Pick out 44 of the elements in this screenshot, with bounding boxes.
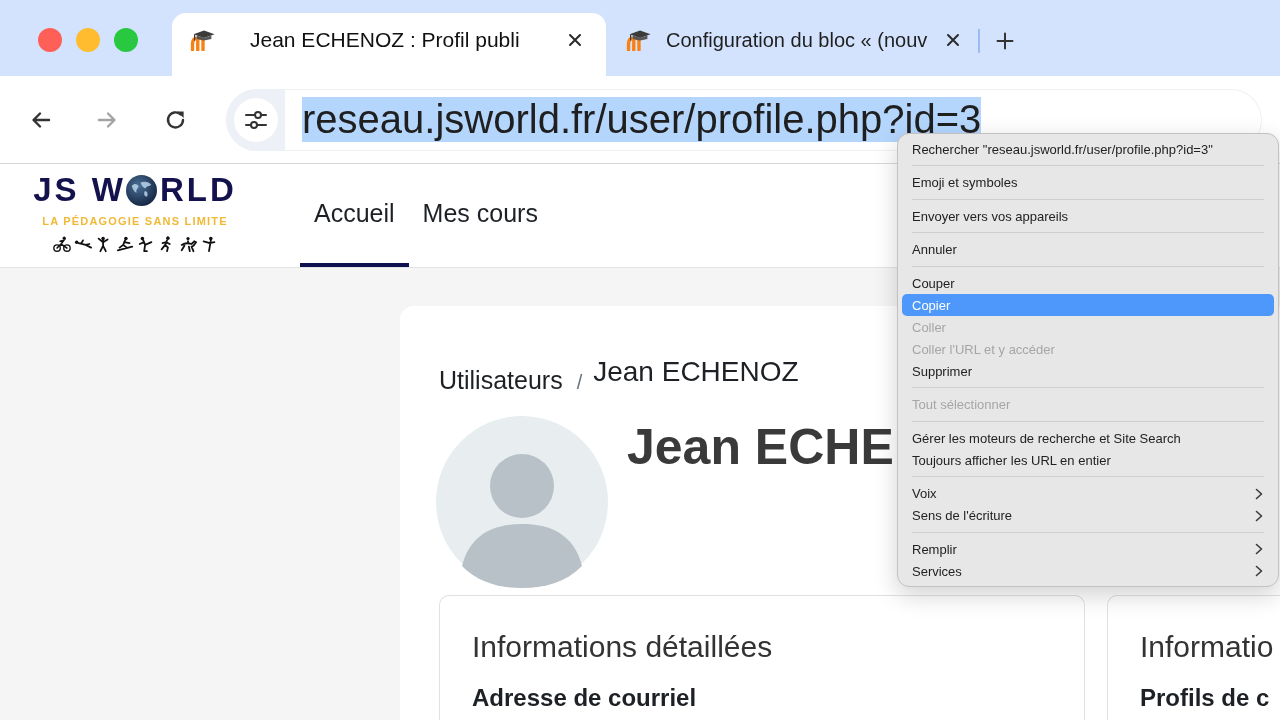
card-title: Informatio bbox=[1140, 629, 1275, 665]
nav-link[interactable]: Mes cours bbox=[408, 164, 552, 267]
profile-name-heading: Jean ECHE bbox=[627, 418, 894, 477]
menu-item[interactable]: Toujours afficher les URL en entier bbox=[902, 449, 1274, 471]
menu-item[interactable]: Remplir bbox=[902, 538, 1274, 560]
menu-item[interactable]: Supprimer bbox=[902, 360, 1274, 382]
browser-tab[interactable]: Jean ECHENOZ : Profil publi bbox=[172, 13, 606, 76]
menu-item[interactable]: Annuler bbox=[902, 238, 1274, 261]
chevron-right-icon bbox=[1255, 543, 1263, 555]
close-icon bbox=[568, 33, 582, 47]
plus-icon bbox=[996, 32, 1014, 50]
menu-item[interactable]: Envoyer vers vos appareils bbox=[902, 205, 1274, 227]
globe-icon bbox=[125, 174, 157, 206]
browser-tab[interactable]: Configuration du bloc « (nouv bbox=[606, 13, 970, 76]
menu-item[interactable]: Emoji et symboles bbox=[902, 171, 1274, 194]
skier-icon bbox=[115, 235, 134, 253]
chevron-right-icon bbox=[1255, 509, 1263, 522]
reload-icon bbox=[165, 108, 187, 131]
breadcrumb-link[interactable]: Utilisateurs bbox=[439, 366, 563, 395]
menu-item[interactable]: Voix bbox=[902, 482, 1274, 505]
menu-item[interactable]: Sens de l'écriture bbox=[902, 504, 1274, 527]
url-text: reseau.jsworld.fr/user/profile.php?id=3 bbox=[302, 97, 982, 142]
breadcrumb-current: Jean ECHENOZ bbox=[593, 355, 799, 389]
chevron-right-icon bbox=[1255, 487, 1263, 500]
logo-wordmark: JS W bbox=[33, 174, 126, 206]
cyclist-icon bbox=[52, 235, 71, 253]
field-label: Adresse de courriel bbox=[472, 684, 698, 712]
field-label: Profils de c bbox=[1140, 684, 1271, 712]
menu-item[interactable]: Gérer les moteurs de recherche et Site Search bbox=[902, 427, 1274, 449]
menu-item[interactable]: Couper bbox=[902, 272, 1274, 294]
site-info-button[interactable] bbox=[233, 97, 278, 142]
breadcrumb-separator: / bbox=[576, 371, 583, 393]
athlete-icon bbox=[136, 235, 155, 253]
menu-item[interactable]: Services bbox=[902, 560, 1274, 582]
card-title: Informations détaillées bbox=[472, 629, 774, 665]
close-icon bbox=[946, 33, 960, 47]
graduation-cap-icon bbox=[190, 29, 216, 51]
sliders-icon bbox=[243, 109, 268, 130]
logo-tagline: LA PÉDAGOGIE SANS LIMITE bbox=[42, 214, 228, 228]
horse-rider-icon bbox=[178, 235, 197, 253]
graduation-cap-icon bbox=[626, 29, 652, 51]
logo-wordmark: RLD bbox=[159, 174, 237, 206]
avatar-silhouette-icon bbox=[436, 416, 608, 588]
chevron-right-icon bbox=[1255, 565, 1263, 577]
